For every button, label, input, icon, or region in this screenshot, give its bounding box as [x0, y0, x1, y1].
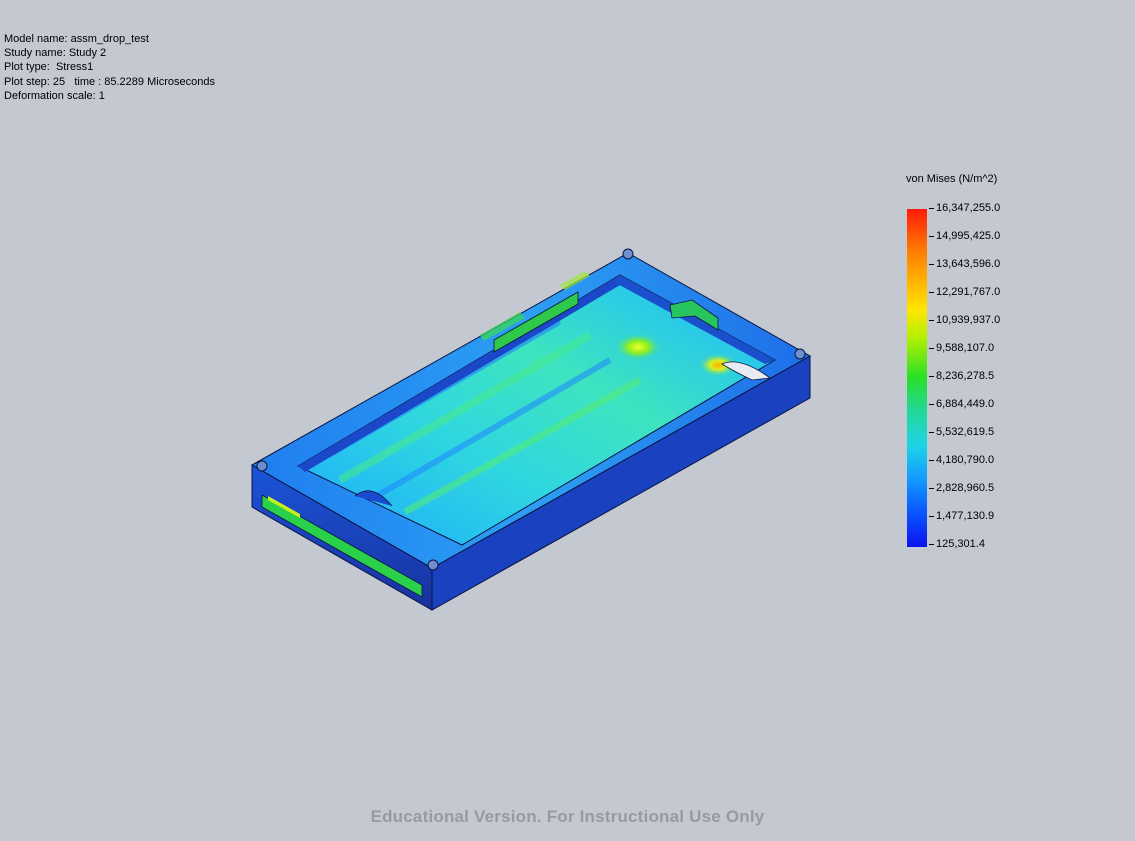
plot-info-panel: Model name: assm_drop_test Study name: S…: [4, 32, 215, 103]
legend-tick: [929, 320, 934, 321]
stress-colorbar: [907, 209, 927, 547]
legend-tick: [929, 404, 934, 405]
legend-tick: [929, 544, 934, 545]
legend-tick: [929, 236, 934, 237]
legend-tick-label: 8,236,278.5: [936, 370, 995, 382]
legend-tick-label: 4,180,790.0: [936, 454, 995, 466]
legend-tick: [929, 292, 934, 293]
legend-tick: [929, 432, 934, 433]
legend-tick: [929, 208, 934, 209]
legend-tick-label: 2,828,960.5: [936, 482, 995, 494]
legend-tick-label: 5,532,619.5: [936, 426, 995, 438]
legend-tick: [929, 264, 934, 265]
legend-tick-label: 12,291,767.0: [936, 286, 1001, 298]
legend-tick-label: 10,939,937.0: [936, 314, 1001, 326]
legend-tick-label: 13,643,596.0: [936, 258, 1001, 270]
educational-watermark: Educational Version. For Instructional U…: [370, 807, 765, 826]
legend-tick-label: 16,347,255.0: [936, 202, 1001, 214]
legend-tick-label: 9,588,107.0: [936, 342, 995, 354]
deformation-scale-text: Deformation scale: 1: [4, 89, 105, 102]
legend-tick: [929, 348, 934, 349]
legend-tick-label: 14,995,425.0: [936, 230, 1001, 242]
stress-plot-model[interactable]: [240, 240, 820, 620]
legend-tick: [929, 488, 934, 489]
legend-title: von Mises (N/m^2): [906, 173, 998, 185]
legend-tick-label: 6,884,449.0: [936, 398, 995, 410]
plot-step-text: Plot step: 25 time : 85.2289 Microsecond…: [4, 75, 215, 88]
study-name-text: Study name: Study 2: [4, 47, 107, 60]
legend-tick: [929, 516, 934, 517]
legend-tick: [929, 460, 934, 461]
legend-tick-label: 1,477,130.9: [936, 510, 995, 522]
model-name-text: Model name: assm_drop_test: [4, 33, 149, 45]
plot-type-text: Plot type: Stress1: [4, 61, 94, 74]
legend-tick-label: 125,301.4: [936, 538, 985, 550]
legend-tick: [929, 376, 934, 377]
hotspot-center: [614, 333, 662, 361]
